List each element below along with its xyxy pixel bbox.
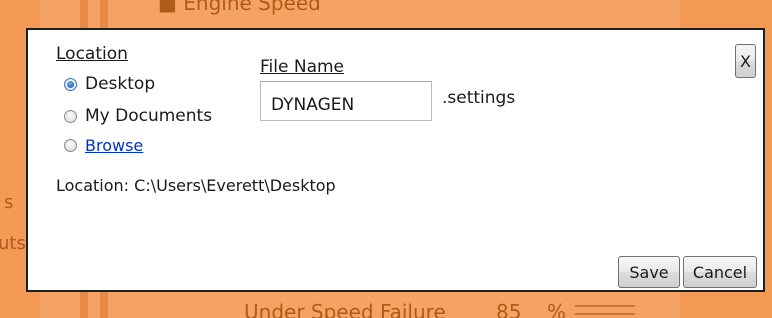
background-bullet: ■ (158, 0, 184, 15)
radio-option-desktop[interactable]: Desktop (64, 74, 155, 94)
browse-link[interactable]: Browse (85, 136, 143, 155)
background-left-fragment: uts (0, 233, 26, 254)
radio-option-my-documents[interactable]: My Documents (64, 106, 212, 126)
radio-button-unchecked[interactable] (64, 109, 77, 123)
save-button[interactable]: Save (618, 256, 680, 288)
close-button[interactable]: X (735, 44, 756, 78)
background-under-speed-value: 85 (496, 300, 522, 318)
file-name-input[interactable] (260, 81, 432, 121)
save-settings-dialog: Location Desktop My Documents Browse Fil… (26, 28, 765, 292)
cancel-button[interactable]: Cancel (683, 256, 757, 288)
location-path-text: Location: C:\Users\Everett\Desktop (56, 176, 336, 195)
radio-option-browse[interactable]: Browse (64, 136, 143, 155)
radio-button-checked[interactable] (64, 77, 77, 91)
background-under-speed-label: Under Speed Failure (244, 300, 446, 318)
radio-button-unchecked[interactable] (64, 139, 77, 152)
radio-label-desktop: Desktop (85, 74, 156, 94)
background-title: ■ Engine Speed (158, 0, 321, 15)
background-slider (575, 305, 635, 315)
background-under-speed-unit: % (547, 300, 567, 318)
background-left-fragment: s (4, 192, 14, 213)
file-name-label: File Name (260, 57, 345, 77)
file-extension-label: .settings (442, 88, 516, 108)
location-section-label: Location (56, 44, 128, 64)
radio-label-my-documents: My Documents (85, 106, 213, 126)
